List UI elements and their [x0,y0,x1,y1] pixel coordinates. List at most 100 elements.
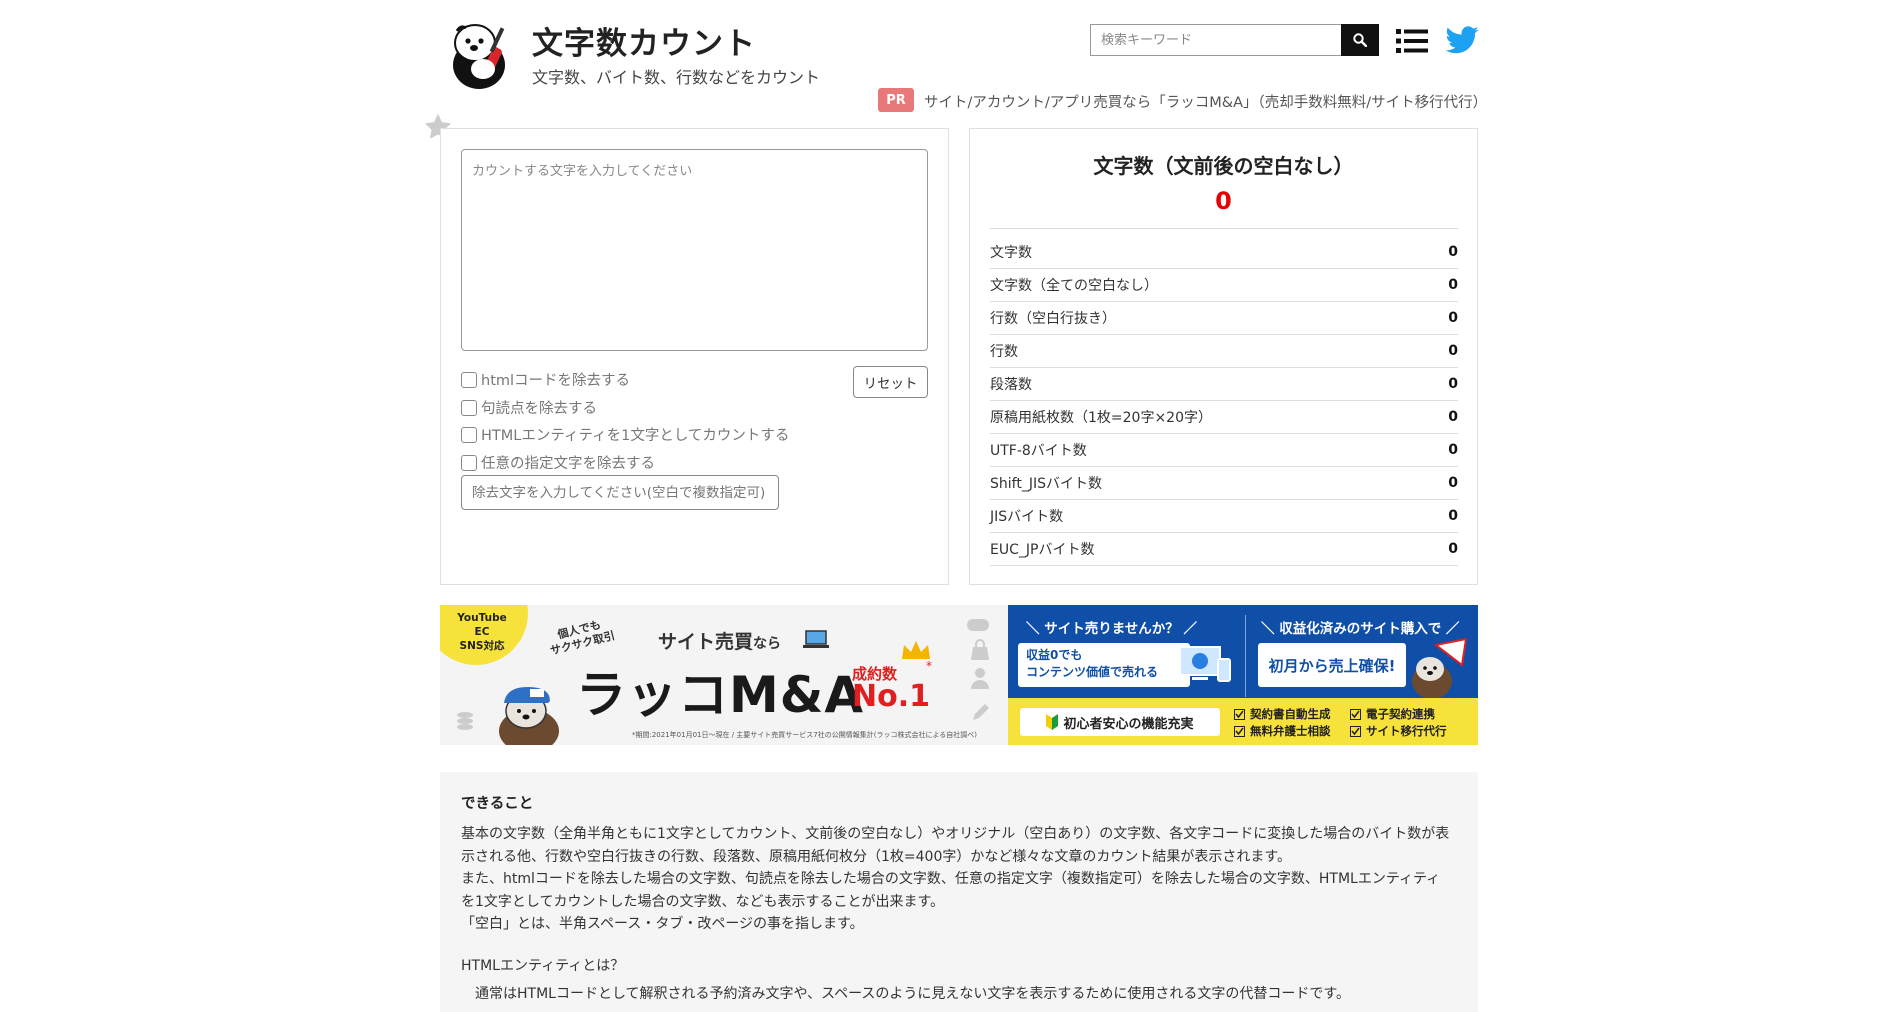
option-label: HTMLエンティティを1文字としてカウントする [481,428,790,444]
beginner-box: 初心者安心の機能充実 [1020,708,1220,736]
result-value: 0 [1448,310,1458,326]
result-row: 行数 0 [990,335,1458,368]
laptop-icon [803,630,829,648]
buy-heading: ＼ 収益化済みのサイト購入で ／ [1261,621,1460,637]
feature-label: 電子契約連携 [1366,707,1435,721]
result-row: UTF-8バイト数 0 [990,434,1458,467]
otter-mascot-icon [499,687,559,745]
info-paragraph-2: 通常はHTMLコードとして解釈される予約済み文字や、スペースのように見えない文字… [461,986,1351,1002]
banner-footnote: *期間:2021年01月01日〜現在 / 主要サイト売買サービス7社の公開情報集… [632,731,978,739]
result-label: 文字数 [990,245,1032,261]
coin-stack-icon [457,712,473,730]
result-label: 行数（空白行抜き） [990,311,1116,327]
rank-value: No.1 [852,679,930,714]
option-html-entity[interactable]: HTMLエンティティを1文字としてカウントする [461,424,789,445]
sell-box: 収益0でも コンテンツ価値で売れる [1018,643,1190,687]
check-icon [1350,726,1361,737]
result-value: 0 [1448,541,1458,557]
option-label: htmlコードを除去する [481,373,631,389]
feature-label: 契約書自動生成 [1250,707,1331,721]
result-value: 0 [1448,244,1458,260]
option-label: 任意の指定文字を除去する [481,456,655,472]
badge-line: EC [474,626,490,638]
count-text-input[interactable] [461,149,928,351]
main-count-label: 文字数（文前後の空白なし） [1093,154,1354,178]
bag-icon [971,639,989,660]
banner-tagline-suffix: なら [753,636,782,652]
reset-button[interactable]: リセット [853,366,928,398]
feature-label: 無料弁護士相談 [1250,724,1331,738]
result-label: 文字数（全ての空白なし） [990,278,1158,294]
result-row: 文字数（全ての空白なし） 0 [990,269,1458,302]
option-remove-custom[interactable]: 任意の指定文字を除去する [461,452,655,473]
otter-logo[interactable] [443,17,515,89]
check-icon [1234,726,1245,737]
user-icon [971,668,989,689]
buy-box: 初月から売上確保! [1258,643,1406,687]
sell-heading: ＼ サイト売りませんか？ ／ [1026,621,1197,637]
divider [990,228,1458,229]
rakko-banner[interactable]: YouTube EC SNS対応 個人でも サクサク取引 サイト売買なら ラッコ… [440,605,1008,745]
search-input[interactable] [1090,24,1342,56]
option-remove-html[interactable]: htmlコードを除去する [461,369,630,390]
page-subtitle: 文字数、バイト数、行数などをカウント [532,68,821,87]
rakko-banner-features[interactable]: ＼ サイト売りませんか？ ／ ＼ 収益化済みのサイト購入で ／ 収益0でも コン… [1008,605,1478,745]
result-row: Shift_JISバイト数 0 [990,467,1458,500]
info-line: 「空白」とは、半角スペース・タブ・改ページの事を指します。 [461,916,864,932]
badge-line: YouTube [457,612,507,624]
main-count-value: 0 [1215,187,1232,215]
pr-ad-link[interactable]: サイト/アカウント/アプリ売買なら「ラッコM&A」（売却手数料無料/サイト移行代… [924,91,1487,112]
sell-box-line: 収益0でも [1026,648,1083,662]
result-value: 0 [1448,277,1458,293]
result-row: EUC_JPバイト数 0 [990,533,1458,566]
result-row: 文字数 0 [990,236,1458,269]
devices-icon [1179,646,1231,682]
checkbox[interactable] [461,399,477,416]
option-remove-punctuation[interactable]: 句読点を除去する [461,397,597,418]
result-row: 原稿用紙枚数（1枚=20字×20字） 0 [990,401,1458,434]
checkbox[interactable] [461,426,477,443]
result-label: EUC_JPバイト数 [990,542,1095,558]
result-value: 0 [1448,442,1458,458]
info-line: 基本の文字数（全角半角ともに1文字としてカウント、文前後の空白なし）やオリジナル… [461,826,1450,842]
check-icon [1350,709,1361,720]
result-label: 原稿用紙枚数（1枚=20字×20字） [990,410,1212,426]
pen-icon [973,704,989,720]
result-label: 段落数 [990,377,1032,393]
result-value: 0 [1448,376,1458,392]
menu-list-icon[interactable] [1396,27,1428,55]
beginner-label: 初心者安心の機能充実 [1063,716,1194,732]
option-label: 句読点を除去する [481,401,597,417]
crown-icon [902,641,930,659]
remove-chars-input[interactable] [461,475,779,510]
search-button[interactable] [1341,24,1379,56]
result-row: JISバイト数 0 [990,500,1458,533]
result-value: 0 [1448,475,1458,491]
info-paragraph: 基本の文字数（全角半角ともに1文字としてカウント、文前後の空白なし）やオリジナル… [461,823,1461,936]
info-line: 示される他、行数や空白行抜きの行数、段落数、原稿用紙何枚分（1枚=400字）かな… [461,848,1291,865]
result-row: 行数（空白行抜き） 0 [990,302,1458,335]
info-line: また、htmlコードを除去した場合の文字数、句読点を除去した場合の文字数、任意の… [461,871,1441,887]
result-label: JISバイト数 [990,509,1064,525]
result-label: 行数 [990,344,1018,360]
feature-label: サイト移行代行 [1366,724,1447,738]
divider [1245,615,1246,697]
result-value: 0 [1448,508,1458,524]
result-row: 段落数 0 [990,368,1458,401]
result-label: UTF-8バイト数 [990,443,1087,459]
beginner-mark-icon [1046,714,1059,730]
result-value: 0 [1448,409,1458,425]
info-title: できること [461,796,534,812]
page-title: 文字数カウント [532,26,756,62]
checkbox[interactable] [461,371,477,388]
badge-line: SNS対応 [459,640,505,652]
checkbox[interactable] [461,454,477,471]
result-label: Shift_JISバイト数 [990,476,1102,492]
gamepad-icon [967,619,989,631]
check-icon [1234,709,1245,720]
sell-box-line: コンテンツ価値で売れる [1026,665,1159,679]
banner-tagline: サイト売買 [658,631,754,653]
result-value: 0 [1448,343,1458,359]
otter-fan-icon [1412,637,1468,699]
twitter-icon[interactable] [1446,26,1479,54]
